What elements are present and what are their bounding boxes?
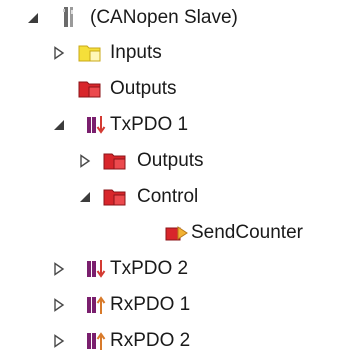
output-variable-icon — [165, 223, 188, 243]
expanded-arrow-icon[interactable] — [52, 118, 66, 132]
tree-item-label: Inputs — [110, 42, 162, 63]
rxpdo-icon — [86, 295, 108, 315]
tree-item-label: SendCounter — [191, 222, 303, 243]
collapsed-arrow-icon[interactable] — [52, 298, 66, 312]
inputs-folder-icon — [78, 43, 101, 63]
tree-item-label: TxPDO 1 — [110, 114, 189, 135]
tree-item-label: Outputs — [110, 78, 177, 99]
device-icon — [61, 5, 83, 27]
tree-item-label: RxPDO 2 — [110, 330, 191, 351]
device-tree: (CANopen Slave) Inputs Outputs TxPDO 1 O… — [0, 0, 347, 358]
collapsed-arrow-icon[interactable] — [52, 262, 66, 276]
rxpdo-icon — [86, 331, 108, 351]
expanded-arrow-icon[interactable] — [78, 190, 92, 204]
tree-item-label: Outputs — [137, 150, 204, 171]
tree-item-label: (CANopen Slave) — [90, 7, 238, 28]
tree-item-label: RxPDO 1 — [110, 294, 191, 315]
expanded-arrow-icon[interactable] — [26, 11, 40, 25]
collapsed-arrow-icon[interactable] — [78, 154, 92, 168]
outputs-folder-icon — [78, 79, 101, 99]
outputs-folder-icon — [103, 187, 126, 207]
tree-item-label: TxPDO 2 — [110, 258, 189, 279]
collapsed-arrow-icon[interactable] — [52, 334, 66, 348]
txpdo-icon — [86, 259, 108, 279]
tree-item-label: Control — [137, 186, 199, 207]
txpdo-icon — [86, 115, 108, 135]
outputs-folder-icon — [103, 151, 126, 171]
collapsed-arrow-icon[interactable] — [52, 46, 66, 60]
